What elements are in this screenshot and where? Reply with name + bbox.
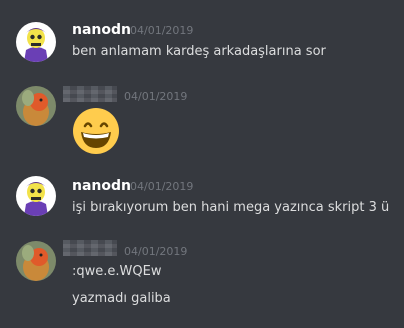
redacted-username bbox=[63, 86, 117, 102]
grinning-face-emoji bbox=[72, 107, 120, 159]
avatar[interactable] bbox=[16, 241, 56, 281]
bird-avatar-icon bbox=[16, 86, 56, 126]
message-text: yazmadı galiba bbox=[72, 291, 171, 306]
skeletor-avatar-icon bbox=[16, 176, 56, 216]
timestamp: 04/01/2019 bbox=[130, 24, 194, 37]
message-text: :qwe.e.WQEw bbox=[72, 264, 162, 279]
skeletor-avatar-icon bbox=[16, 22, 56, 62]
username[interactable]: nanodn bbox=[72, 177, 131, 195]
message-text: işi bırakıyorum ben hani mega yazınca sk… bbox=[72, 200, 390, 215]
redacted-username bbox=[63, 240, 117, 256]
bird-avatar-icon bbox=[16, 241, 56, 281]
avatar[interactable] bbox=[16, 176, 56, 216]
username[interactable]: nanodn bbox=[72, 21, 131, 39]
avatar[interactable] bbox=[16, 22, 56, 62]
grinning-face-icon bbox=[73, 108, 119, 154]
timestamp: 04/01/2019 bbox=[124, 90, 188, 103]
avatar[interactable] bbox=[16, 86, 56, 126]
timestamp: 04/01/2019 bbox=[130, 180, 194, 193]
message-text: ben anlamam kardeş arkadaşlarına sor bbox=[72, 44, 326, 59]
timestamp: 04/01/2019 bbox=[124, 245, 188, 258]
